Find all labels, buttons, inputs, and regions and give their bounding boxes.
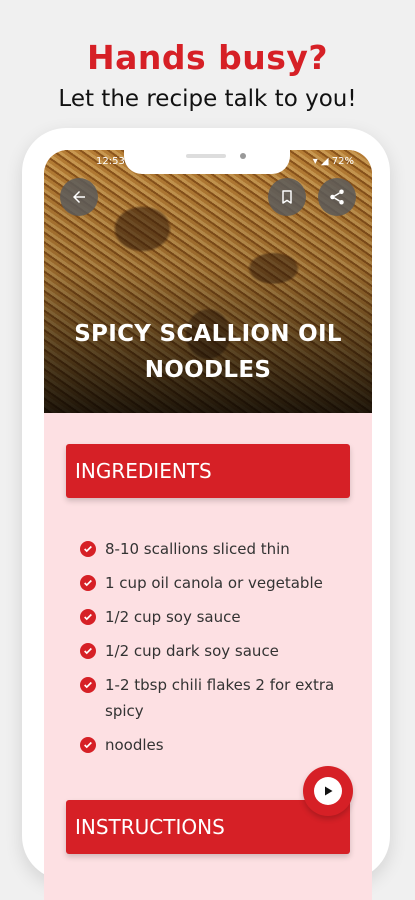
list-item: 1 cup oil canola or vegetable	[80, 570, 340, 596]
recipe-title: SPICY SCALLION OIL NOODLES	[74, 321, 342, 383]
ingredients-header[interactable]: INGREDIENTS	[66, 444, 350, 498]
check-circle-icon	[80, 609, 96, 625]
phone-notch	[124, 148, 290, 174]
app-screen: 12:53 ▾ ◢ 72% SPICY SCALLION OIL NOODLES…	[44, 150, 372, 900]
ingredient-text: 1 cup oil canola or vegetable	[105, 574, 323, 592]
list-item: 1/2 cup dark soy sauce	[80, 638, 340, 664]
bookmark-button[interactable]	[268, 178, 306, 216]
promo-subhead: Let the recipe talk to you!	[58, 86, 357, 112]
share-icon	[330, 189, 344, 205]
play-audio-button[interactable]	[303, 766, 353, 816]
list-item: 1/2 cup soy sauce	[80, 604, 340, 630]
check-circle-icon	[80, 575, 96, 591]
check-circle-icon	[80, 677, 96, 693]
list-item: noodles	[80, 732, 340, 758]
arrow-left-icon	[73, 191, 85, 203]
back-button[interactable]	[60, 178, 98, 216]
share-button[interactable]	[318, 178, 356, 216]
status-time: 12:53	[96, 156, 125, 167]
front-camera	[240, 153, 246, 159]
ingredients-list: 8-10 scallions sliced thin 1 cup oil can…	[80, 536, 340, 766]
instructions-header[interactable]: INSTRUCTIONS	[66, 800, 350, 854]
list-item: 8-10 scallions sliced thin	[80, 536, 340, 562]
speaker	[186, 154, 226, 158]
ingredient-text: 1/2 cup soy sauce	[105, 608, 241, 626]
play-icon	[314, 777, 342, 805]
check-circle-icon	[80, 643, 96, 659]
ingredient-text: noodles	[105, 736, 164, 754]
list-item: 1-2 tbsp chili flakes 2 for extra spicy	[80, 672, 340, 724]
ingredient-text: 8-10 scallions sliced thin	[105, 540, 290, 558]
check-circle-icon	[80, 541, 96, 557]
status-indicators: ▾ ◢ 72%	[312, 156, 354, 167]
ingredient-text: 1-2 tbsp chili flakes 2 for extra spicy	[105, 676, 335, 720]
promo-headline: Hands busy?	[86, 38, 329, 77]
check-circle-icon	[80, 737, 96, 753]
bookmark-icon	[282, 190, 292, 204]
ingredient-text: 1/2 cup dark soy sauce	[105, 642, 279, 660]
